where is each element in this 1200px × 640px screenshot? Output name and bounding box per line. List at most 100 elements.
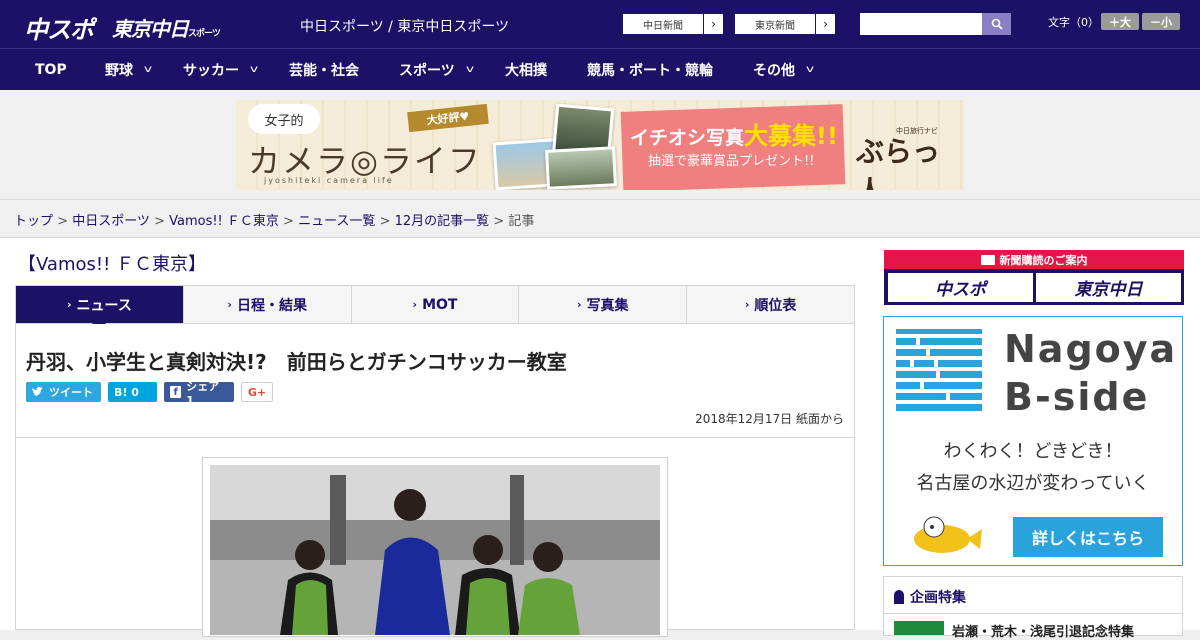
- search-icon: [991, 18, 1003, 30]
- tokyo-shimbun-label: 東京新聞: [755, 20, 795, 32]
- tweet-button[interactable]: ツイート: [26, 382, 101, 402]
- tab-news[interactable]: › ニュース: [16, 286, 184, 331]
- facebook-label: シェア 1: [186, 379, 220, 407]
- breadcrumb-current: 記事: [508, 214, 535, 229]
- chevron-down-icon: v: [143, 64, 153, 75]
- nav-item-other[interactable]: その他 v: [753, 49, 815, 90]
- tab-label: ニュース: [76, 297, 132, 314]
- article-photo[interactable]: [210, 465, 660, 635]
- nav-label: サッカー: [183, 62, 239, 79]
- breadcrumb-link[interactable]: Vamos!! ＦＣ東京: [169, 214, 279, 229]
- banner-joshi: 女子的: [248, 104, 320, 134]
- tab-label: MOT: [422, 296, 458, 313]
- google-plus-button[interactable]: G+: [241, 382, 273, 402]
- chevron-down-icon: v: [465, 64, 474, 75]
- chunichi-shimbun-label: 中日新聞: [643, 20, 683, 32]
- banner-subtitle: jyoshiteki camera life: [264, 176, 394, 185]
- subscribe-chuspo-link[interactable]: 中スポ: [888, 273, 1033, 302]
- chevron-right-icon: ›: [412, 298, 418, 311]
- tab-standings[interactable]: › 順位表: [687, 286, 854, 323]
- tab-mot[interactable]: › MOT: [352, 286, 520, 323]
- bside-logo-icon: [896, 329, 982, 411]
- breadcrumb-link[interactable]: 12月の記事一覧: [395, 214, 490, 229]
- section-tabs: › ニュース › 日程・結果 › MOT › 写真集 › 順位表: [15, 285, 855, 331]
- nav-label: TOP: [35, 61, 67, 78]
- bside-title: Nagoya B-side: [1004, 325, 1177, 421]
- ribbon-icon: [894, 590, 904, 604]
- box-divider: [884, 613, 1182, 614]
- font-smaller-button[interactable]: －小: [1142, 13, 1180, 30]
- newspaper-icon: [980, 254, 995, 265]
- feature-link[interactable]: 岩瀬・荒木・浅尾引退記念特集: [952, 621, 1134, 640]
- tab-label: 順位表: [754, 297, 797, 314]
- article-date: 2018年12月17日 紙面から: [695, 412, 844, 426]
- special-features-box: 企画特集 岩瀬・荒木・浅尾引退記念特集: [883, 576, 1183, 640]
- chevron-down-icon: v: [805, 64, 815, 75]
- special-features-title: 企画特集: [894, 587, 966, 607]
- breadcrumb-link[interactable]: 中日スポーツ: [72, 214, 150, 229]
- top-header: 中スポ 東京中日スポーツ 中日スポーツ / 東京中日スポーツ 中日新聞 › 東京…: [0, 0, 1200, 48]
- camera-life-banner[interactable]: 女子的 カメラ◎ライフ jyoshiteki camera life 大好評♥ …: [236, 100, 964, 190]
- chuspo-logo[interactable]: 中スポ: [24, 10, 94, 44]
- bside-details-button[interactable]: 詳しくはこちら: [1013, 517, 1163, 557]
- facebook-icon: f: [170, 386, 182, 398]
- chevron-right-icon: ›: [66, 298, 72, 311]
- section-title: 【Vamos!! ＦＣ東京】: [18, 254, 207, 275]
- tab-label: 日程・結果: [236, 297, 307, 314]
- nav-item-sports[interactable]: スポーツ v: [399, 49, 474, 90]
- twitter-icon: [32, 387, 43, 396]
- special-features-label: 企画特集: [910, 590, 966, 606]
- chunichi-shimbun-link[interactable]: 中日新聞 ›: [622, 13, 724, 35]
- chevron-right-icon: ›: [577, 298, 582, 311]
- article-headline: 丹羽、小学生と真剣対決!? 前田らとガチンコサッカー教室: [26, 350, 567, 374]
- chevron-down-icon: v: [249, 64, 259, 75]
- nav-label: 野球: [105, 62, 133, 79]
- nav-item-baseball[interactable]: 野球 v: [105, 49, 153, 90]
- search-button[interactable]: [982, 13, 1011, 35]
- tokyo-logo-small: スポーツ: [188, 29, 221, 39]
- nav-item-soccer[interactable]: サッカー v: [183, 49, 259, 90]
- banner-prize: 抽選で豪華賞品プレゼント!!: [648, 154, 815, 169]
- font-size-label: 文字（0）: [1048, 16, 1099, 29]
- facebook-share-button[interactable]: f シェア 1: [164, 380, 234, 407]
- breadcrumb: トップ > 中日スポーツ > Vamos!! ＦＣ東京 > ニュース一覧 > 1…: [0, 200, 1200, 238]
- nav-item-top[interactable]: TOP: [35, 49, 67, 90]
- tokyo-logo-text: 東京中日: [112, 17, 189, 41]
- soccer-class-photo: [210, 465, 660, 635]
- subscribe-tokyo-link[interactable]: 東京中日: [1036, 273, 1181, 302]
- nav-label: 大相撲: [505, 62, 547, 79]
- hatena-label: B! 0: [114, 385, 139, 399]
- banner-brand: ぶらっ人: [856, 135, 941, 190]
- site-links[interactable]: 中日スポーツ / 東京中日スポーツ: [300, 16, 509, 36]
- breadcrumb-separator: >: [489, 214, 509, 229]
- article-photo-frame: [202, 457, 668, 637]
- nav-label: スポーツ: [399, 62, 455, 79]
- tokyo-shimbun-link[interactable]: 東京新聞 ›: [734, 13, 836, 35]
- breadcrumb-link[interactable]: トップ: [14, 214, 53, 229]
- banner-photo: [545, 146, 617, 190]
- nagoya-bside-banner[interactable]: Nagoya B-side わくわく！どきどき！ 名古屋の水辺が変わっていく 詳し…: [883, 316, 1183, 566]
- banner-headline-a: イチオシ写真: [630, 127, 745, 149]
- hatena-button[interactable]: B! 0: [108, 382, 157, 402]
- bside-text2: 名古屋の水辺が変わっていく: [916, 473, 1150, 494]
- banner-headline-b: 大募集!!: [744, 122, 838, 150]
- subscription-box: 新聞購読のご案内 中スポ 東京中日: [884, 250, 1184, 305]
- tab-schedule[interactable]: › 日程・結果: [184, 286, 352, 323]
- bside-text1: わくわく！どきどき！: [943, 441, 1123, 462]
- nav-item-racing[interactable]: 競馬・ボート・競輪: [587, 49, 713, 90]
- tab-photos[interactable]: › 写真集: [519, 286, 688, 323]
- article: 丹羽、小学生と真剣対決!? 前田らとガチンコサッカー教室 ツイート B! 0 f…: [15, 324, 855, 637]
- breadcrumb-link[interactable]: ニュース一覧: [298, 214, 375, 229]
- font-larger-button[interactable]: ＋大: [1101, 13, 1139, 30]
- ad-area: 女子的 カメラ◎ライフ jyoshiteki camera life 大好評♥ …: [0, 90, 1200, 200]
- subscription-heading-label: 新聞購読のご案内: [999, 253, 1088, 267]
- article-divider: [16, 437, 854, 438]
- tokyo-chunichi-logo[interactable]: 東京中日スポーツ: [112, 13, 221, 41]
- search-input[interactable]: [860, 13, 982, 35]
- chevron-right-icon: ›: [227, 298, 232, 311]
- breadcrumb-separator: >: [278, 214, 299, 229]
- nav-label: 競馬・ボート・競輪: [587, 62, 713, 79]
- breadcrumb-separator: >: [53, 214, 73, 229]
- nav-item-entertainment[interactable]: 芸能・社会: [289, 49, 359, 90]
- nav-item-sumo[interactable]: 大相撲: [505, 49, 547, 90]
